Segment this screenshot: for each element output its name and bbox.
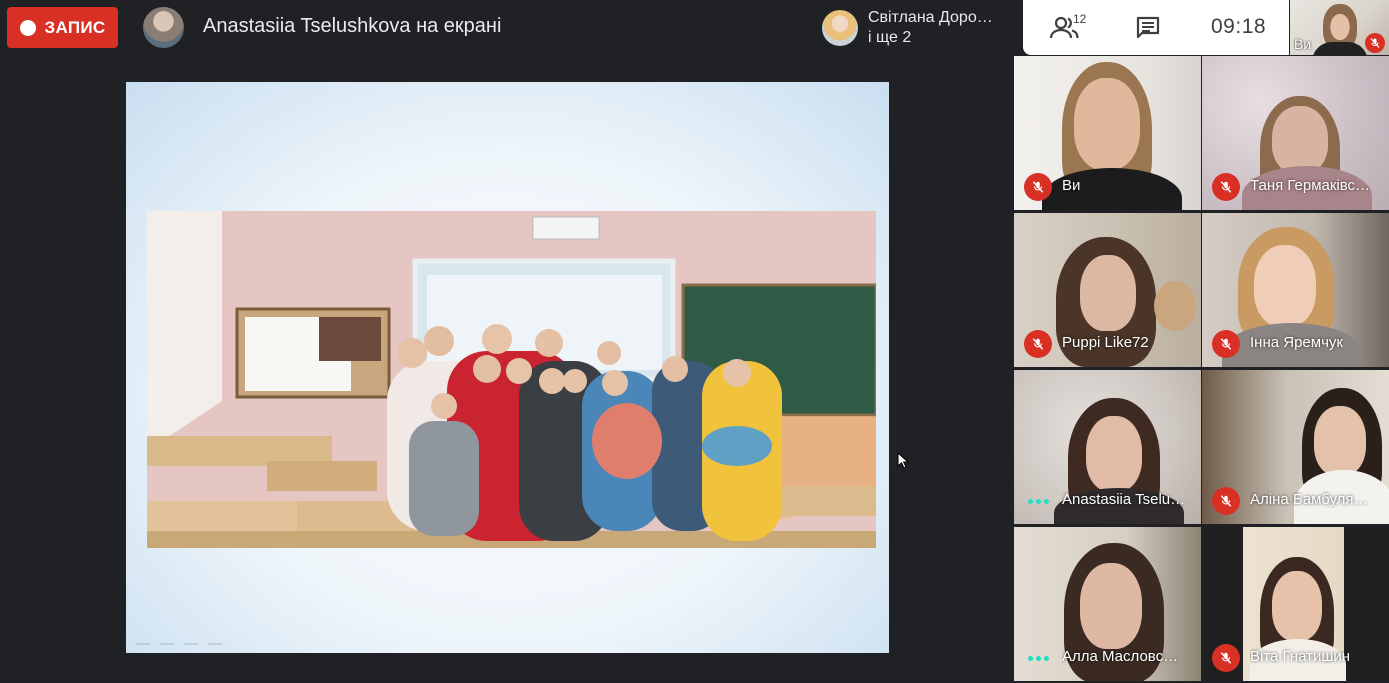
classroom-photo-illustration: [147, 211, 876, 548]
participant-tile[interactable]: Puppi Like72: [1014, 213, 1201, 367]
slide-tool-menu-icon: [184, 633, 198, 645]
participant-name: Ви: [1062, 177, 1081, 194]
participant-tile[interactable]: Anastasiia Tselu…: [1014, 370, 1201, 524]
chat-icon[interactable]: [1135, 15, 1161, 41]
record-dot-icon: [19, 19, 36, 36]
participant-tile[interactable]: Ви: [1014, 56, 1201, 210]
participant-face: [1272, 571, 1322, 641]
mic-off-icon: [1212, 487, 1240, 515]
participant-name: Аліна Бамбуля…: [1250, 491, 1369, 508]
speaker-text: Світлана Доро… і ще 2: [868, 8, 993, 48]
participant-tile[interactable]: Аліна Бамбуля…: [1202, 370, 1389, 524]
participant-face: [1080, 563, 1142, 649]
participant-tile[interactable]: Віта Гнатишин: [1202, 527, 1389, 681]
record-label: ЗАПИС: [44, 17, 106, 37]
mic-off-icon: [1212, 173, 1240, 201]
participant-tile[interactable]: Алла Масловс…: [1014, 527, 1201, 681]
participant-face: [1254, 245, 1316, 327]
teddy-bear: [1154, 281, 1196, 331]
slide-tool-forward-icon: [208, 633, 222, 645]
participant-name: Puppi Like72: [1062, 334, 1149, 351]
self-view-body: [1312, 42, 1368, 55]
participant-face: [1074, 78, 1140, 170]
participant-face: [1272, 106, 1328, 174]
slide-toolbar: [136, 633, 222, 645]
participant-face: [1086, 416, 1142, 492]
speaker-others: і ще 2: [868, 28, 912, 46]
mic-off-icon: [1212, 644, 1240, 672]
participant-name: Віта Гнатишин: [1250, 648, 1351, 665]
people-count: 12: [1073, 12, 1087, 26]
slide-tool-back-icon: [136, 633, 150, 645]
mic-off-icon: [1024, 330, 1052, 358]
mic-off-icon: [1365, 33, 1385, 53]
presenter-title: Anastasiia Tselushkova на екрані: [203, 15, 502, 37]
record-button[interactable]: ЗАПИС: [7, 7, 118, 48]
mic-off-icon: [1212, 330, 1240, 358]
classroom-photo: [147, 211, 876, 548]
speaking-indicator-icon: [1028, 499, 1049, 504]
self-view-thumbnail[interactable]: Ви: [1290, 0, 1389, 55]
active-speaker-chip[interactable]: Світлана Доро… і ще 2: [813, 0, 1023, 55]
participant-tile[interactable]: Інна Яремчук: [1202, 213, 1389, 367]
participant-name: Anastasiia Tselu…: [1062, 491, 1186, 508]
shared-presentation-slide: [126, 82, 889, 653]
slide-tool-pen-icon: [160, 633, 174, 645]
participant-name: Алла Масловс…: [1062, 648, 1179, 665]
presenter-avatar: [143, 7, 184, 48]
participant-face: [1080, 255, 1136, 331]
participant-name: Таня Гермаківс…: [1250, 177, 1371, 194]
speaker-name: Світлана Доро…: [868, 8, 993, 26]
meeting-clock: 09:18: [1211, 15, 1267, 38]
participant-name: Інна Яремчук: [1250, 334, 1343, 351]
speaking-indicator-icon: [1028, 656, 1049, 661]
participant-tile[interactable]: Таня Гермаківс…: [1202, 56, 1389, 210]
meeting-controls: 12 09:18: [1023, 0, 1289, 55]
speaker-avatar: [822, 9, 858, 46]
self-view-label: Ви: [1294, 36, 1312, 52]
mouse-cursor-icon: [897, 452, 909, 469]
mic-off-icon: [1024, 173, 1052, 201]
participant-face: [1314, 406, 1366, 476]
